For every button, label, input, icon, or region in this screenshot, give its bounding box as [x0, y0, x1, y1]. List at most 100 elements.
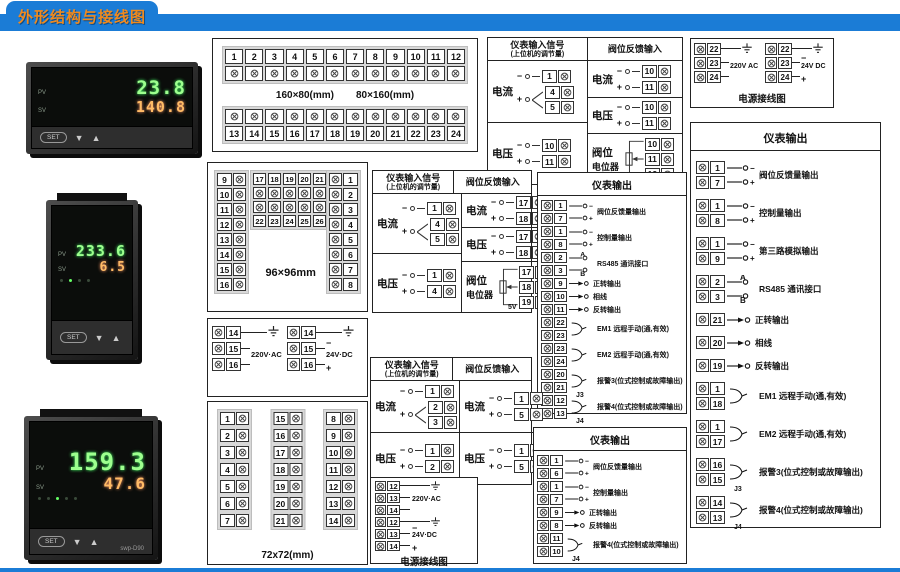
input-signal-table-160x80: 仪表输入信号(上位机的调节量)阀位反馈输入电流−1+45电压−10+11电流−1… — [487, 37, 683, 185]
wire — [241, 348, 250, 349]
terminal-number: 12 — [554, 395, 567, 406]
screw-icon — [238, 482, 247, 491]
terminal-7: 7 — [541, 213, 567, 224]
terminal-screw — [342, 429, 355, 442]
output-row: 1110J4报警4(位式控制或故障输出) — [537, 533, 683, 557]
screw-icon — [270, 203, 279, 212]
screw-icon — [543, 344, 552, 353]
power-wires: −+24V DC — [792, 43, 830, 90]
sign: − — [516, 72, 523, 81]
fork-wire — [532, 86, 543, 114]
terminal-screw — [696, 420, 709, 433]
terminal-number: 1 — [225, 49, 243, 64]
input-cell: 电流−10+11 — [588, 61, 682, 97]
input-table-header: 仪表输入信号(上位机的调节量)阀位反馈输入 — [373, 171, 531, 194]
terminal-number: 3 — [710, 290, 725, 303]
terminal-stack: 117 — [696, 420, 725, 448]
wire-line: −1 — [399, 385, 457, 398]
terminal-11: 11 — [326, 463, 355, 476]
output-label: 正转输出 — [593, 279, 621, 289]
terminal-number: 13 — [387, 529, 400, 539]
output-label: 报警3(位式控制或故障输出) — [759, 466, 863, 478]
terminal-screw — [233, 188, 246, 201]
up-button: ▲ — [90, 537, 99, 547]
terminal-number: 24 — [447, 126, 465, 141]
terminal-screw — [530, 392, 543, 405]
terminal-screw — [366, 109, 384, 124]
output-row: 1413J4报警4(位式控制或故障输出) — [696, 496, 875, 524]
screw-icon — [290, 69, 299, 78]
terminal-number: 22 — [253, 215, 266, 227]
terminal-screw — [696, 458, 709, 471]
screw-icon — [698, 216, 707, 225]
terminal-4: 4 — [329, 218, 358, 231]
terminal-number: 18 — [516, 212, 531, 225]
terminal-1: 1 — [537, 481, 563, 492]
terminal-number: 1 — [542, 70, 557, 83]
terminal-number: 5 — [514, 408, 529, 421]
screw-icon — [767, 45, 776, 54]
terminal-screw — [541, 252, 553, 263]
terminal-screw — [658, 117, 671, 130]
terminal-panel-96x96: 9101112131415161718192021222324252612345… — [207, 162, 368, 312]
wire-line-fork: +45 — [401, 218, 459, 246]
terminal-number: 1 — [710, 237, 725, 250]
screw-icon — [660, 119, 669, 128]
signal-label: 阀位电位器 — [592, 145, 619, 173]
terminal-screw — [375, 529, 386, 539]
terminal-screw — [268, 187, 281, 199]
wire — [415, 450, 423, 451]
node-circle — [408, 412, 413, 417]
screw-icon — [539, 495, 548, 504]
terminal-screw — [236, 412, 249, 425]
terminal-23: 23 — [541, 343, 567, 354]
wire — [504, 450, 512, 451]
voltage-label: 220V AC — [730, 63, 758, 70]
terminal-number: 18 — [710, 397, 725, 410]
screw-icon — [767, 59, 776, 68]
wire — [415, 466, 423, 467]
screw-icon — [351, 112, 360, 121]
input-table-body: 电流−1+45电压−10+11电流−10+11电压−10+11阀位电位器1011… — [488, 61, 682, 184]
pv-row: PV 23.8 — [38, 79, 186, 98]
screw-icon — [315, 189, 324, 198]
sign: + — [399, 410, 406, 419]
terminal-number: 2 — [425, 460, 440, 473]
terminal-stack: 45 — [430, 218, 459, 246]
terminal-screw — [447, 109, 465, 124]
terminal-number: 3 — [265, 49, 283, 64]
terminal-number: 8 — [366, 49, 384, 64]
terminal-stack: 18 — [541, 226, 567, 250]
terminal-1: 1 — [329, 173, 358, 186]
terminal-1: 1 — [425, 444, 454, 457]
terminal-16: 16 — [287, 358, 316, 371]
terminal-screw — [342, 412, 355, 425]
signal-label: 电压 — [464, 451, 485, 466]
screw-icon — [539, 469, 548, 478]
output-label: 报警4(位式控制或故障输出) — [597, 402, 683, 412]
terminal-5: 5 — [514, 408, 543, 421]
terminal-22: 22 — [694, 43, 721, 55]
wire-line: +11 — [616, 81, 671, 94]
wire — [417, 208, 425, 209]
terminal-number: 1 — [425, 444, 440, 457]
power-caption: 电源接线图 — [694, 91, 830, 105]
output-label: 阀位反馈量输出 — [593, 462, 642, 472]
terminal-number: 15 — [226, 342, 241, 355]
wiring-diagram: −10+11 — [516, 139, 571, 168]
connector-pm: −+ — [569, 226, 595, 250]
terminal-number: 25 — [298, 215, 311, 227]
terminal-screw — [407, 66, 425, 81]
terminal-9: 9 — [386, 49, 404, 81]
terminal-10: 10 — [217, 188, 246, 201]
terminal-screw — [541, 291, 553, 302]
terminal-17: 17 — [273, 446, 302, 459]
screw-icon — [698, 460, 707, 469]
minus-sign: − — [801, 54, 806, 63]
screw-icon — [663, 155, 672, 164]
jumper-label: J4 — [734, 524, 742, 531]
wire-line: −10 — [516, 139, 571, 152]
terminal-screw — [306, 109, 324, 124]
terminal-screw — [537, 520, 549, 531]
terminal-stack: 8 — [537, 520, 563, 531]
